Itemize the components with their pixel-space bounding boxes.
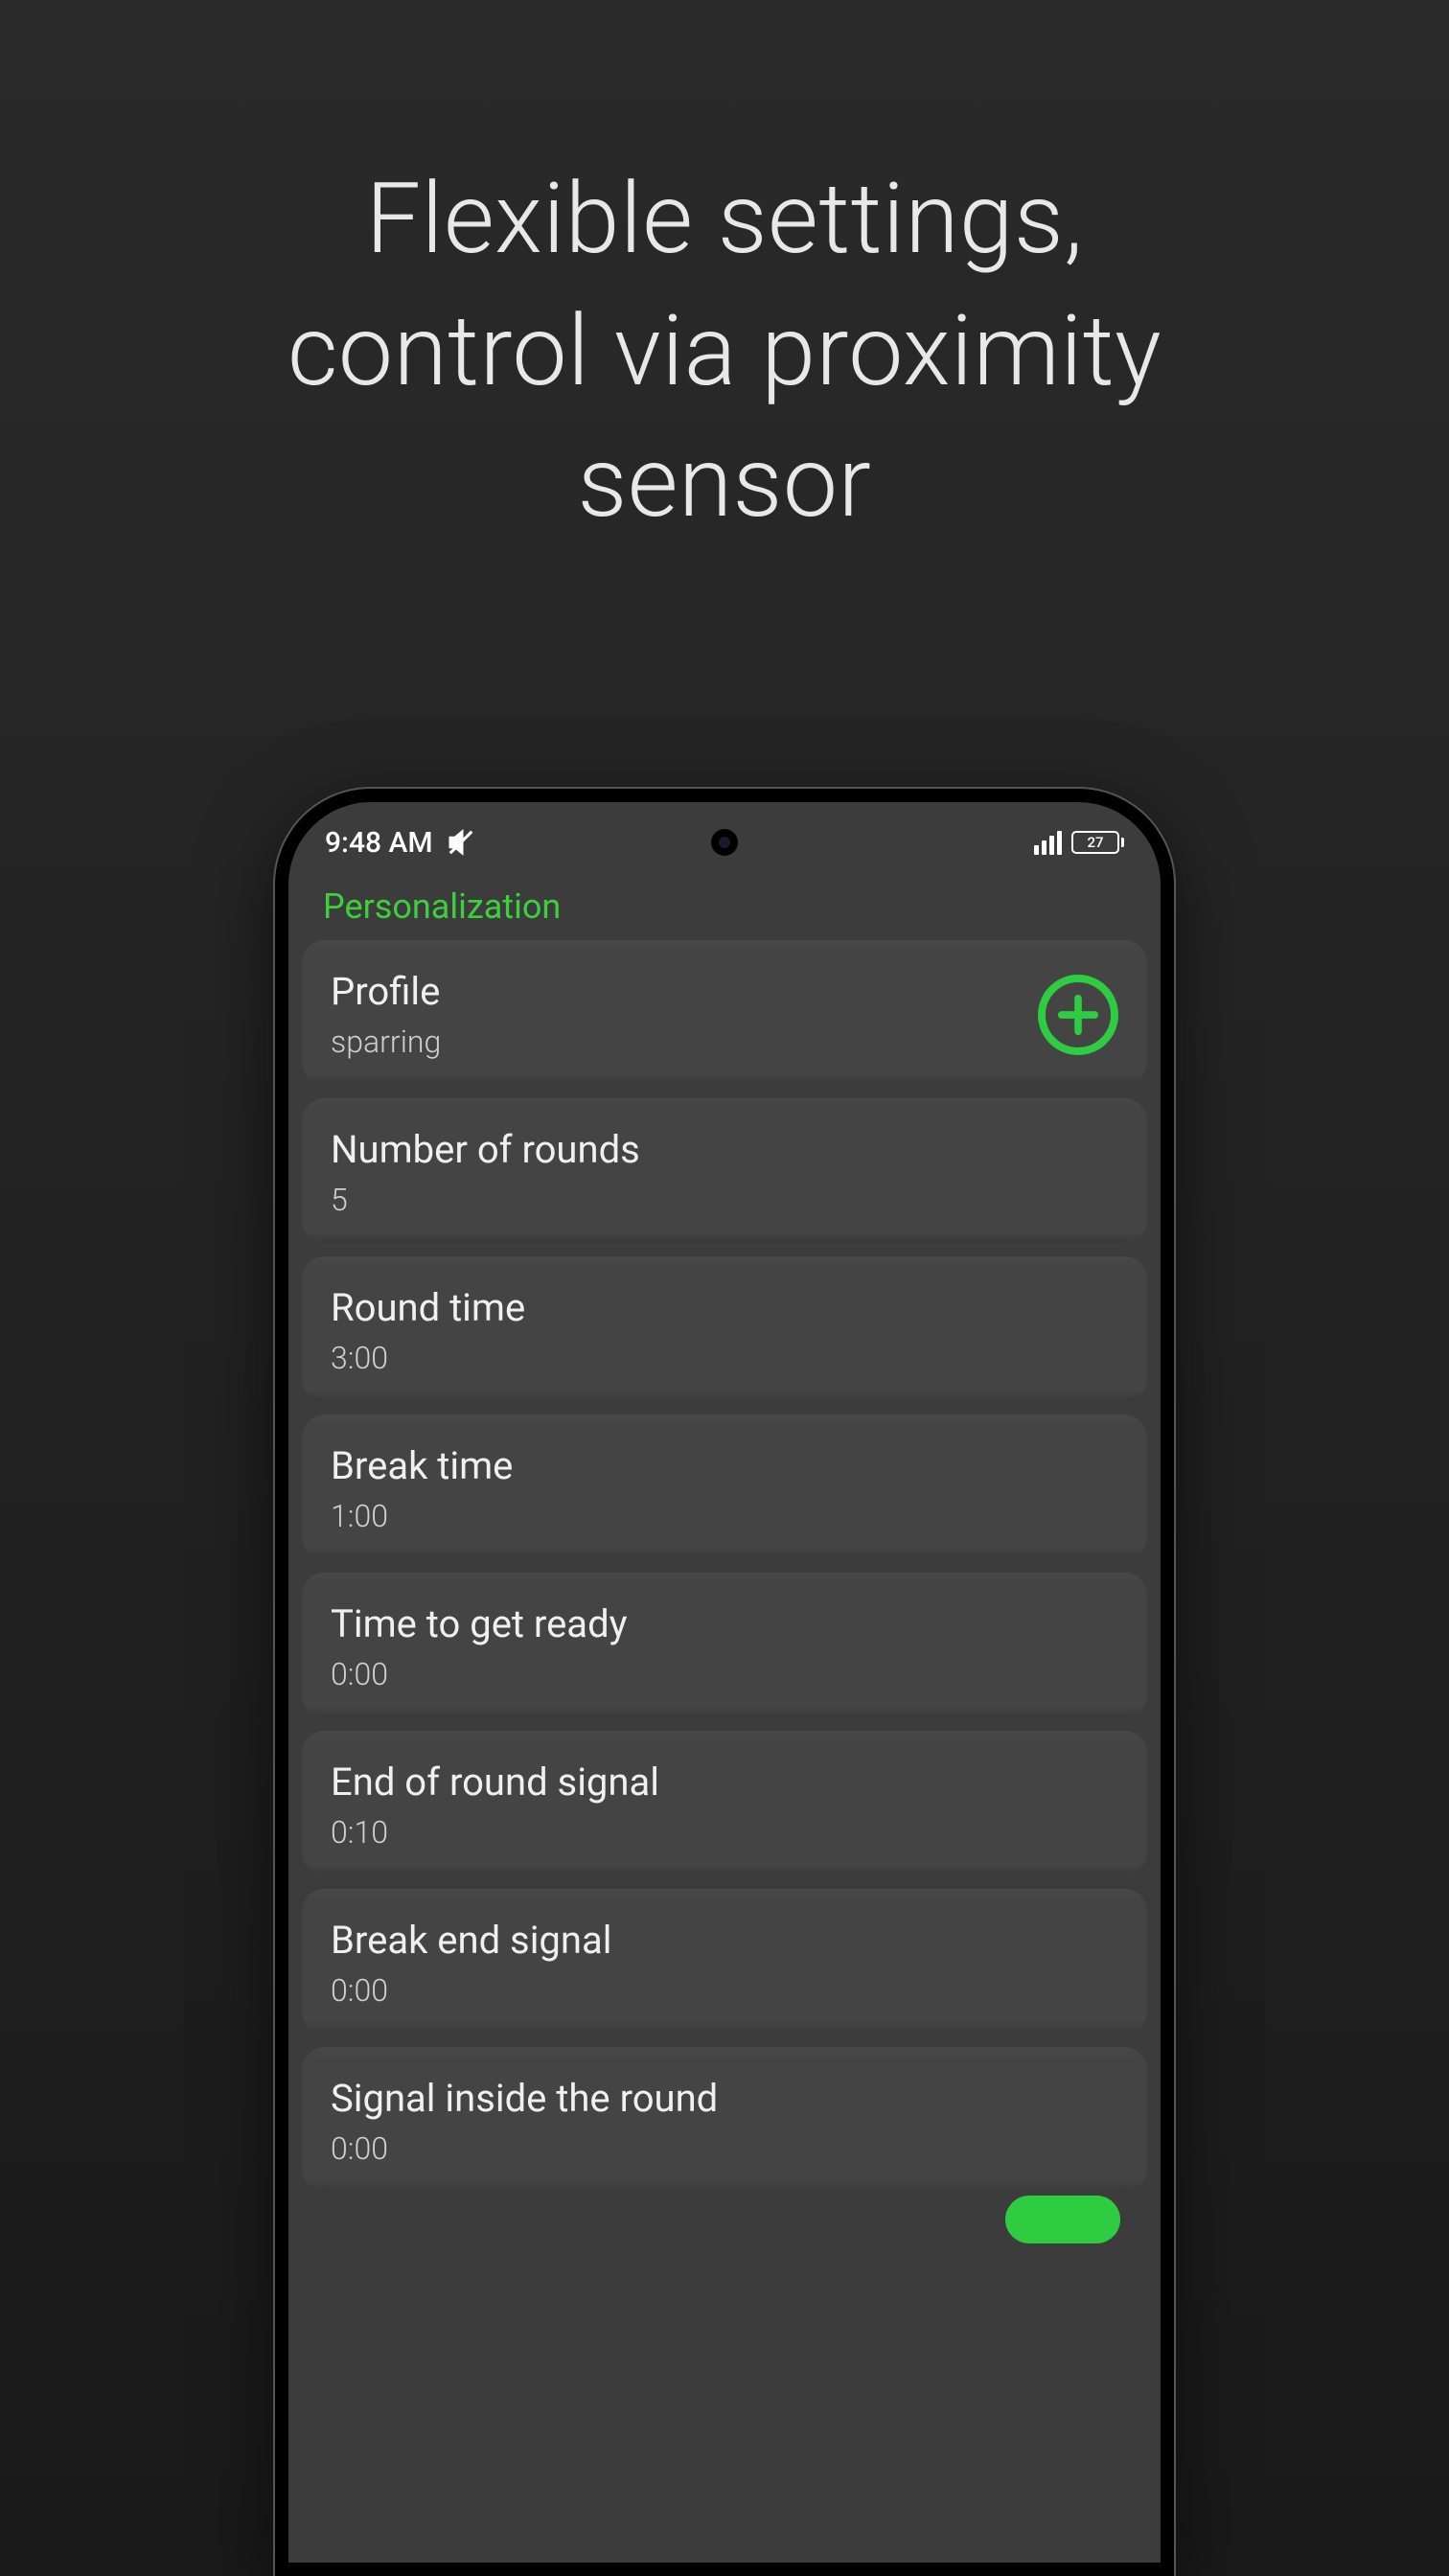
headline-line-2: control via proximity: [288, 286, 1162, 418]
section-header-personalization: Personalization: [288, 869, 1161, 940]
settings-label: Break time: [331, 1443, 513, 1488]
toggle-switch[interactable]: [1005, 2196, 1120, 2243]
settings-label: Round time: [331, 1285, 525, 1330]
settings-row-signal-inside-round[interactable]: Signal inside the round 0:00: [302, 2047, 1147, 2192]
settings-label: Signal inside the round: [331, 2076, 718, 2121]
battery-level: 27: [1071, 831, 1119, 854]
settings-value: 0:00: [331, 1972, 611, 2009]
headline-line-3: sensor: [288, 417, 1162, 549]
settings-row-profile[interactable]: Profile sparring: [302, 940, 1147, 1085]
camera-notch: [711, 829, 738, 856]
settings-row-time-to-get-ready[interactable]: Time to get ready 0:00: [302, 1573, 1147, 1717]
settings-value: sparring: [331, 1024, 441, 1060]
settings-value: 0:00: [331, 2130, 718, 2167]
settings-row-number-of-rounds[interactable]: Number of rounds 5: [302, 1098, 1147, 1243]
phone-frame: 9:48 AM 27: [275, 789, 1174, 2576]
settings-value: 0:00: [331, 1656, 628, 1692]
settings-label: Profile: [331, 969, 441, 1014]
add-profile-button[interactable]: [1038, 975, 1118, 1055]
settings-row-round-time[interactable]: Round time 3:00: [302, 1256, 1147, 1401]
settings-value: 3:00: [331, 1340, 525, 1376]
marketing-headline: Flexible settings, control via proximity…: [288, 153, 1162, 549]
settings-label: Break end signal: [331, 1918, 611, 1963]
phone-screen: 9:48 AM 27: [288, 802, 1161, 2563]
status-time: 9:48 AM: [325, 826, 433, 860]
headline-line-1: Flexible settings,: [288, 153, 1162, 286]
signal-icon: [1034, 831, 1062, 855]
settings-row-break-time[interactable]: Break time 1:00: [302, 1414, 1147, 1559]
settings-value: 5: [331, 1182, 640, 1218]
status-bar-left: 9:48 AM: [325, 826, 475, 860]
settings-label: Number of rounds: [331, 1127, 640, 1172]
mute-icon: [447, 828, 475, 857]
plus-icon: [1056, 993, 1100, 1037]
status-bar-right: 27: [1034, 831, 1124, 855]
settings-value: 0:10: [331, 1814, 659, 1851]
settings-label: Time to get ready: [331, 1601, 628, 1646]
settings-label: End of round signal: [331, 1760, 659, 1805]
settings-row-break-end-signal[interactable]: Break end signal 0:00: [302, 1889, 1147, 2034]
next-row-toggle-hint: [302, 2205, 1147, 2243]
settings-list: Profile sparring Number of rounds 5: [288, 940, 1161, 2243]
settings-row-end-of-round-signal[interactable]: End of round signal 0:10: [302, 1731, 1147, 1875]
battery-icon: 27: [1071, 831, 1124, 854]
settings-value: 1:00: [331, 1498, 513, 1534]
camera-lens: [719, 837, 730, 848]
